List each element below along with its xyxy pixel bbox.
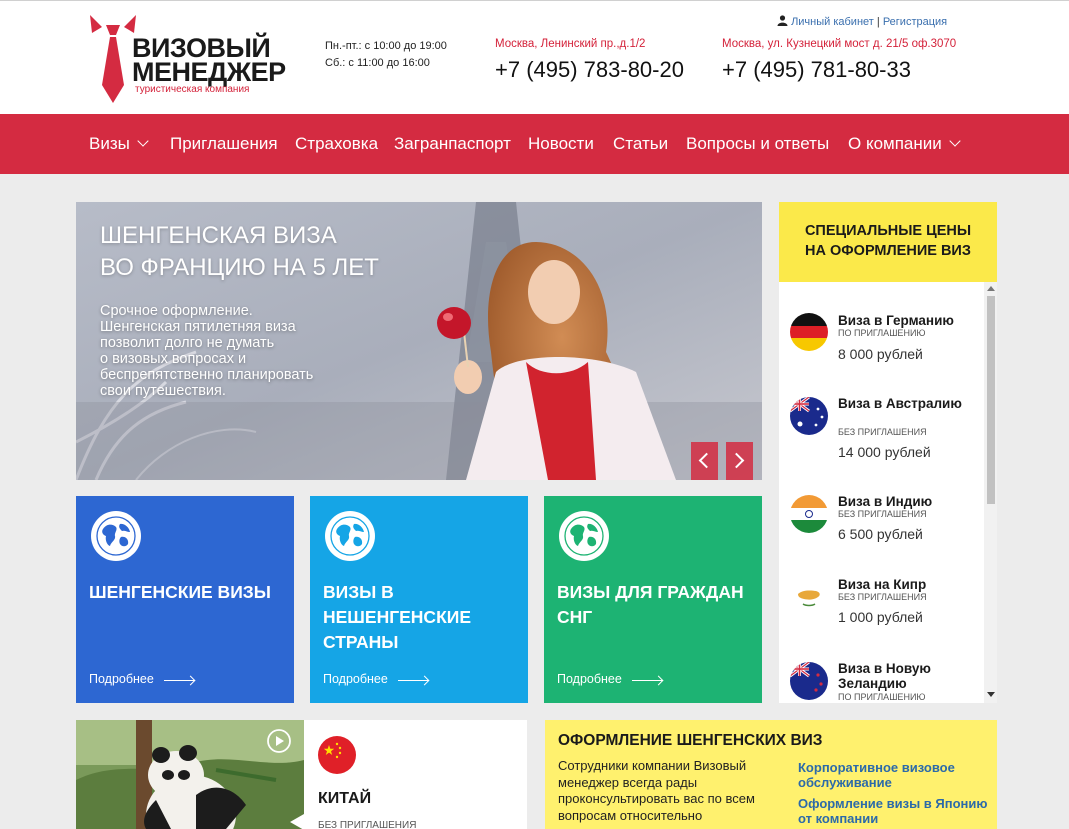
price-item-price: 8 000 рублей xyxy=(838,346,923,362)
office1-phone[interactable]: +7 (495) 783-80-20 xyxy=(495,57,684,83)
tile-more-link[interactable]: Подробнее xyxy=(323,672,388,686)
account-link[interactable]: Личный кабинет xyxy=(791,16,874,28)
chevron-left-icon xyxy=(698,452,715,469)
price-item-price: 1 000 рублей xyxy=(838,609,923,625)
office2-phone[interactable]: +7 (495) 781-80-33 xyxy=(722,57,911,83)
globe-icon xyxy=(325,511,375,561)
globe-icon xyxy=(559,511,609,561)
special-title-line2: НА ОФОРМЛЕНИЕ ВИЗ xyxy=(805,243,971,259)
nav-item-articles[interactable]: Статьи xyxy=(613,114,668,174)
tile-title: ВИЗЫ ДЛЯ ГРАЖДАН СНГ xyxy=(557,582,744,627)
slide-title: ШЕНГЕНСКАЯ ВИЗА ВО ФРАНЦИЮ НА 5 ЛЕТ xyxy=(100,220,379,284)
tile-more-link[interactable]: Подробнее xyxy=(89,672,154,686)
schengen-box-text: Сотрудники компании Визовый менеджер все… xyxy=(558,758,755,823)
special-prices-header: СПЕЦИАЛЬНЫЕ ЦЕНЫ НА ОФОРМЛЕНИЕ ВИЗ xyxy=(779,202,997,282)
slide-desc-line: позволит долго не думать xyxy=(100,335,275,351)
register-link[interactable]: Регистрация xyxy=(883,16,947,28)
price-item-name: Визa в Германию xyxy=(838,313,954,328)
price-item-name: Виза на Кипр xyxy=(838,577,927,592)
office1-address: Москва, Ленинский пр.,д.1/2 xyxy=(495,38,646,50)
price-item-condition: БЕЗ ПРИГЛАШЕНИЯ xyxy=(838,509,927,519)
chevron-down-icon xyxy=(137,135,149,147)
slide-desc-line: о визовых вопросах и xyxy=(100,351,247,367)
country-condition: БЕЗ ПРИГЛАШЕНИЯ xyxy=(318,820,417,829)
japan-visa-link[interactable]: Оформление визы в Японию от компании xyxy=(798,796,988,826)
site-header: ВИЗОВЫЙ МЕНЕДЖЕР туристическая компания … xyxy=(0,0,1069,114)
slide-desc-line: беспрепятственно планировать xyxy=(100,367,314,383)
china-card[interactable]: КИТАЙ БЕЗ ПРИГЛАШЕНИЯ xyxy=(304,720,527,829)
slide-desc-line: Срочное оформление. xyxy=(100,303,253,319)
nav-label: Визы xyxy=(89,134,130,153)
slider-prev-button[interactable] xyxy=(691,442,718,480)
slide-desc-line: свои путешествия. xyxy=(100,383,226,399)
corporate-service-link[interactable]: Корпоративное визовое обслуживание xyxy=(798,760,988,790)
price-item-name: Виза в Индию xyxy=(838,494,933,509)
new-zealand-flag-icon xyxy=(790,662,828,700)
working-hours: Пн.-пт.: с 10:00 до 19:00 Сб.: с 11:00 д… xyxy=(325,38,447,72)
tile-schengen-visas[interactable]: ШЕНГЕНСКИЕ ВИЗЫ Подробнее xyxy=(76,496,294,703)
nav-item-insurance[interactable]: Страховка xyxy=(295,114,378,174)
special-prices-list[interactable]: Визa в Германию ПО ПРИГЛАШЕНИЮ 8 000 руб… xyxy=(779,282,997,703)
nav-item-faq[interactable]: Вопросы и ответы xyxy=(686,114,829,174)
chevron-down-icon xyxy=(949,135,961,147)
nav-item-about[interactable]: О компании xyxy=(848,114,961,174)
hero-slider[interactable]: ШЕНГЕНСКАЯ ВИЗА ВО ФРАНЦИЮ НА 5 ЛЕТ Сроч… xyxy=(76,202,762,480)
slider-next-button[interactable] xyxy=(726,442,753,480)
price-item-condition: БЕЗ ПРИГЛАШЕНИЯ xyxy=(838,427,927,437)
user-icon xyxy=(777,15,788,26)
arrow-right-icon xyxy=(164,680,194,681)
nav-item-news[interactable]: Новости xyxy=(528,114,594,174)
prices-scrollbar[interactable] xyxy=(984,282,997,703)
price-item-name: Виза в Австралию xyxy=(838,396,962,411)
logo-text-line2: МЕНЕДЖЕР xyxy=(132,57,286,87)
company-logo[interactable]: ВИЗОВЫЙ МЕНЕДЖЕР туристическая компания xyxy=(88,13,286,105)
scroll-up-arrow-icon[interactable] xyxy=(987,286,995,291)
pointer-arrow xyxy=(290,814,304,829)
india-flag-icon xyxy=(790,495,828,533)
slide-title-line2: ВО ФРАНЦИЮ НА 5 ЛЕТ xyxy=(100,254,379,281)
hours-weekdays: Пн.-пт.: с 10:00 до 19:00 xyxy=(325,40,447,52)
price-item-price: 14 000 рублей xyxy=(838,444,931,460)
play-icon[interactable] xyxy=(266,728,292,754)
logo-tagline: туристическая компания xyxy=(135,84,250,95)
tile-non-schengen-visas[interactable]: ВИЗЫ В НЕШЕНГЕНСКИЕ СТРАНЫ Подробнее xyxy=(310,496,528,703)
arrow-right-icon xyxy=(398,680,428,681)
tile-more-link[interactable]: Подробнее xyxy=(557,672,622,686)
scroll-thumb[interactable] xyxy=(987,296,995,504)
schengen-info-box: ОФОРМЛЕНИЕ ШЕНГЕНСКИХ ВИЗ Сотрудники ком… xyxy=(545,720,997,829)
hours-saturday: Сб.: с 11:00 до 16:00 xyxy=(325,57,430,69)
nav-item-visas[interactable]: Визы xyxy=(89,114,149,174)
china-flag-icon xyxy=(318,736,356,774)
tile-cis-visas[interactable]: ВИЗЫ ДЛЯ ГРАЖДАН СНГ Подробнее xyxy=(544,496,762,703)
nav-item-passport[interactable]: Загранпаспорт xyxy=(394,114,511,174)
special-title-line1: СПЕЦИАЛЬНЫЕ ЦЕНЫ xyxy=(804,223,972,239)
schengen-box-title: ОФОРМЛЕНИЕ ШЕНГЕНСКИХ ВИЗ xyxy=(558,732,823,749)
slide-description: Срочное оформление. Шенгенская пятилетня… xyxy=(100,303,350,399)
account-links: Личный кабинет | Регистрация xyxy=(777,15,947,28)
australia-flag-icon xyxy=(790,397,828,435)
account-separator: | xyxy=(876,16,880,28)
slide-title-line1: ШЕНГЕНСКАЯ ВИЗА xyxy=(100,222,337,249)
nav-item-invitations[interactable]: Приглашения xyxy=(170,114,278,174)
price-item-condition: ПО ПРИГЛАШЕНИЮ xyxy=(838,692,926,702)
price-item-condition: БЕЗ ПРИГЛАШЕНИЯ xyxy=(838,592,927,602)
price-item-name: Виза в Новую Зеландию xyxy=(838,661,931,691)
main-nav: Визы Приглашения Страховка Загранпаспорт… xyxy=(0,114,1069,174)
slide-desc-line: Шенгенская пятилетняя виза xyxy=(100,319,296,335)
arrow-right-icon xyxy=(632,680,662,681)
country-name: КИТАЙ xyxy=(318,790,372,807)
scroll-down-arrow-icon[interactable] xyxy=(987,692,995,697)
china-photo[interactable] xyxy=(76,720,304,829)
globe-icon xyxy=(91,511,141,561)
price-item-price: 6 500 рублей xyxy=(838,526,923,542)
price-item-condition: ПО ПРИГЛАШЕНИЮ xyxy=(838,328,926,338)
chevron-right-icon xyxy=(728,452,745,469)
tile-title: ВИЗЫ В НЕШЕНГЕНСКИЕ СТРАНЫ xyxy=(323,582,472,652)
germany-flag-icon xyxy=(790,313,828,351)
cyprus-flag-icon xyxy=(790,578,828,616)
nav-label: О компании xyxy=(848,134,942,153)
office2-address: Москва, ул. Кузнецкий мост д. 21/5 оф.30… xyxy=(722,38,957,50)
tile-title: ШЕНГЕНСКИЕ ВИЗЫ xyxy=(89,582,271,602)
